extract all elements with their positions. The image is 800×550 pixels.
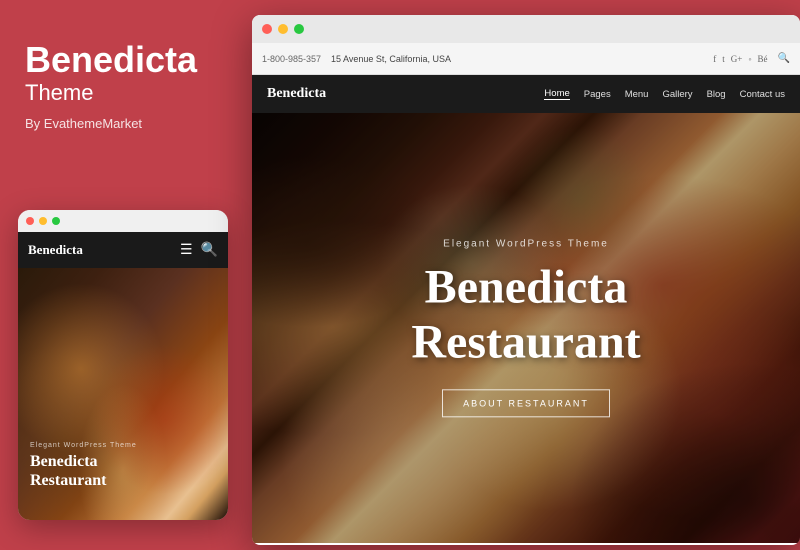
desktop-hero: Elegant WordPress Theme Benedicta Restau… (252, 113, 800, 543)
desktop-browser-bar: 1-800-985-357 15 Avenue St, California, … (252, 43, 800, 75)
nav-link-home[interactable]: Home (544, 88, 569, 100)
facebook-icon: f (713, 54, 716, 64)
mobile-site-title: Benedicta (28, 242, 83, 258)
desktop-dot-green (294, 24, 304, 34)
mobile-hamburger-icon: ☰ (180, 242, 193, 259)
nav-link-blog[interactable]: Blog (707, 89, 726, 100)
nav-link-menu[interactable]: Menu (625, 89, 649, 100)
mobile-search-icon: 🔍 (201, 242, 218, 259)
mobile-mockup: Benedicta ☰ 🔍 Elegant WordPress Theme Be… (18, 210, 228, 520)
mobile-nav-icons: ☰ 🔍 (180, 242, 218, 259)
desktop-nav-links: Home Pages Menu Gallery Blog Contact us (544, 88, 785, 100)
behance-icon: Bé (758, 54, 768, 64)
mobile-hero-text: Elegant WordPress Theme Benedicta Restau… (30, 442, 137, 490)
left-panel: Benedicta Theme By EvathemeMarket Benedi… (0, 0, 245, 550)
desktop-website-nav: Benedicta Home Pages Menu Gallery Blog C… (252, 75, 800, 113)
twitter-icon: t (722, 54, 725, 64)
mobile-elegant-label: Elegant WordPress Theme (30, 442, 137, 449)
desktop-phone: 1-800-985-357 (262, 54, 321, 64)
desktop-mockup: 1-800-985-357 15 Avenue St, California, … (252, 15, 800, 545)
nav-link-gallery[interactable]: Gallery (662, 89, 692, 100)
desktop-dot-red (262, 24, 272, 34)
theme-author: By EvathemeMarket (25, 116, 220, 131)
mobile-dot-green (52, 217, 60, 225)
mobile-hero: Elegant WordPress Theme Benedicta Restau… (18, 268, 228, 520)
mobile-dot-yellow (39, 217, 47, 225)
desktop-site-title: Benedicta (267, 86, 326, 102)
desktop-elegant-label: Elegant WordPress Theme (272, 238, 780, 249)
desktop-hero-title: Benedicta Restaurant (272, 259, 780, 369)
theme-title: Benedicta Theme (25, 40, 220, 106)
gplus-icon: G+ (731, 54, 743, 64)
mobile-dot-red (26, 217, 34, 225)
mobile-restaurant-title: Benedicta Restaurant (30, 452, 137, 490)
desktop-address: 15 Avenue St, California, USA (331, 54, 703, 64)
nav-link-pages[interactable]: Pages (584, 89, 611, 100)
desktop-social-icons: f t G+ ◦ Bé (713, 54, 767, 64)
mobile-nav: Benedicta ☰ 🔍 (18, 232, 228, 268)
nav-link-contact[interactable]: Contact us (740, 89, 785, 100)
cta-button[interactable]: ABOUT RESTAURANT (442, 390, 610, 418)
desktop-dot-yellow (278, 24, 288, 34)
desktop-title-bar (252, 15, 800, 43)
instagram-icon: ◦ (748, 54, 751, 64)
desktop-search-icon[interactable]: 🔍 (778, 53, 790, 64)
mobile-title-bar (18, 210, 228, 232)
desktop-hero-content: Elegant WordPress Theme Benedicta Restau… (252, 238, 800, 417)
